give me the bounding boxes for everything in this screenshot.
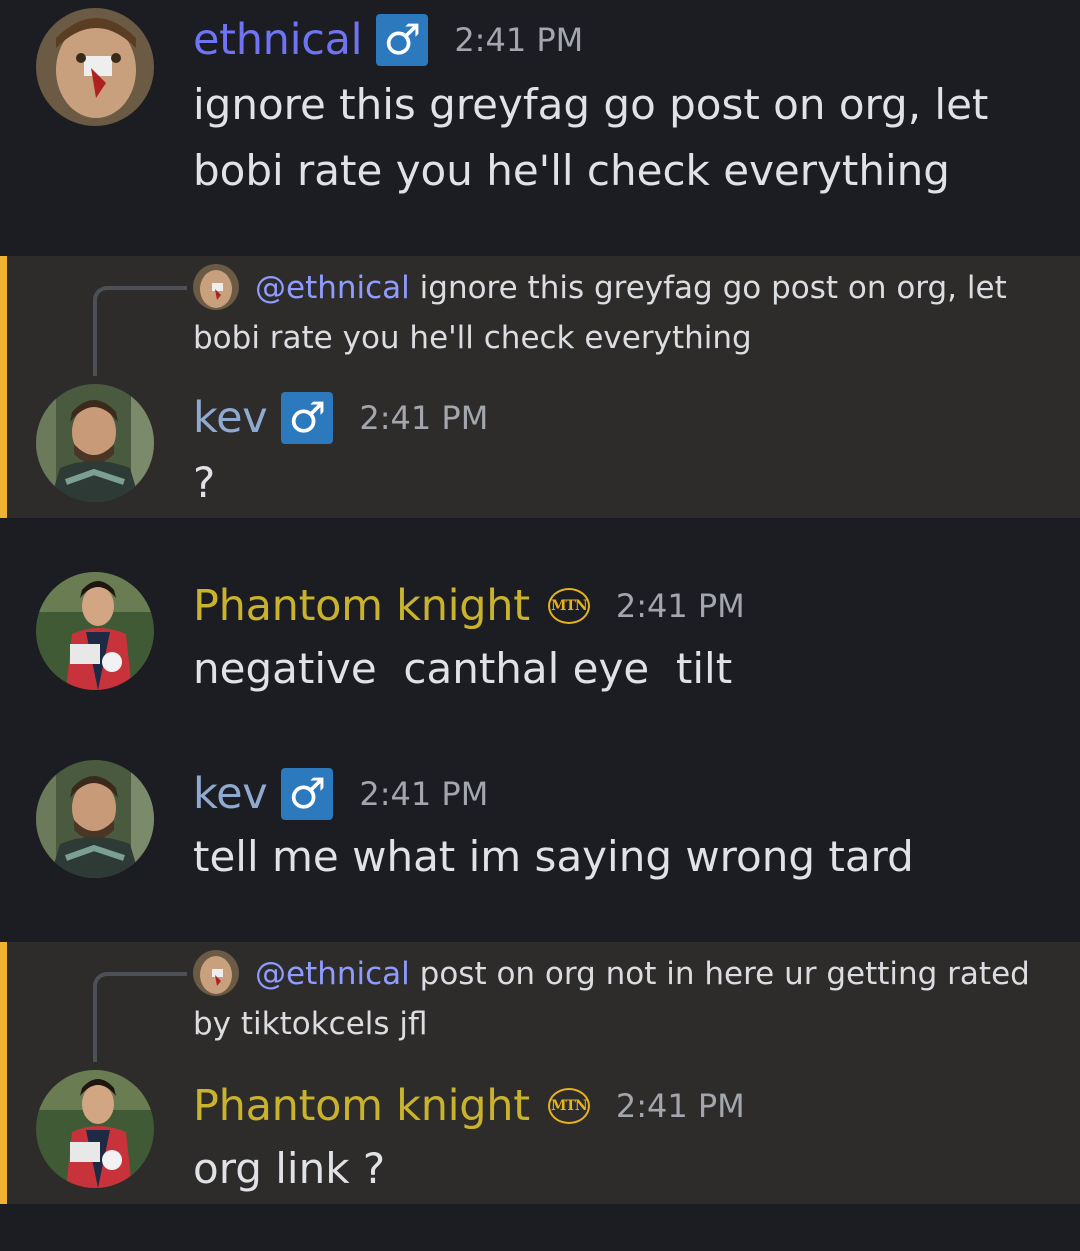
message-kev-reply[interactable]: @ethnical ignore this greyfag go post on… xyxy=(0,256,1080,518)
timestamp: 2:41 PM xyxy=(454,21,584,59)
timestamp: 2:41 PM xyxy=(359,399,489,437)
message-header: Phantom knight MTN 2:41 PM xyxy=(193,1080,745,1132)
message-ethnical[interactable]: ethnical ♂ 2:41 PM ignore this greyfag g… xyxy=(0,0,1080,254)
timestamp: 2:41 PM xyxy=(615,587,745,625)
username[interactable]: Phantom knight xyxy=(193,581,530,631)
reply-mention[interactable]: @ethnical xyxy=(255,270,410,306)
message-text: ignore this greyfag go post on org, let … xyxy=(193,80,1002,195)
mtn-role-icon[interactable]: MTN xyxy=(547,588,590,624)
male-role-icon[interactable]: ♂ xyxy=(281,768,334,820)
message-phantom-knight-reply[interactable]: @ethnical post on org not in here ur get… xyxy=(0,942,1080,1204)
username[interactable]: ethnical xyxy=(193,15,363,65)
username[interactable]: kev xyxy=(193,769,268,819)
message-kev[interactable]: kev ♂ 2:41 PM tell me what im saying wro… xyxy=(0,744,1080,904)
username[interactable]: Phantom knight xyxy=(193,1081,530,1131)
message-header: Phantom knight MTN 2:41 PM xyxy=(193,580,745,632)
message-header: ethnical ♂ 2:41 PM xyxy=(193,14,583,66)
reply-connector xyxy=(93,972,187,1062)
male-role-icon[interactable]: ♂ xyxy=(376,14,429,66)
message-phantom-knight[interactable]: Phantom knight MTN 2:41 PM negative cant… xyxy=(0,560,1080,710)
message-text: negative canthal eye tilt xyxy=(193,644,733,693)
reply-preview[interactable]: @ethnical post on org not in here ur get… xyxy=(193,949,1053,1049)
timestamp: 2:41 PM xyxy=(359,775,489,813)
kev-avatar[interactable] xyxy=(36,760,154,878)
mtn-role-icon[interactable]: MTN xyxy=(547,1088,590,1124)
message-header: kev ♂ 2:41 PM xyxy=(193,392,488,444)
ethnical-avatar[interactable] xyxy=(36,8,154,126)
message-text: tell me what im saying wrong tard xyxy=(193,832,914,881)
kev-avatar[interactable] xyxy=(36,384,154,502)
phantom-avatar[interactable] xyxy=(36,1070,154,1188)
phantom-avatar[interactable] xyxy=(36,572,154,690)
message-header: kev ♂ 2:41 PM xyxy=(193,768,488,820)
reply-connector xyxy=(93,286,187,376)
male-role-icon[interactable]: ♂ xyxy=(281,392,334,444)
message-text: ? xyxy=(193,458,216,507)
timestamp: 2:41 PM xyxy=(615,1087,745,1125)
username[interactable]: kev xyxy=(193,393,268,443)
message-text: org link ? xyxy=(193,1144,386,1193)
reply-preview[interactable]: @ethnical ignore this greyfag go post on… xyxy=(193,263,1053,363)
reply-mention[interactable]: @ethnical xyxy=(255,956,410,992)
